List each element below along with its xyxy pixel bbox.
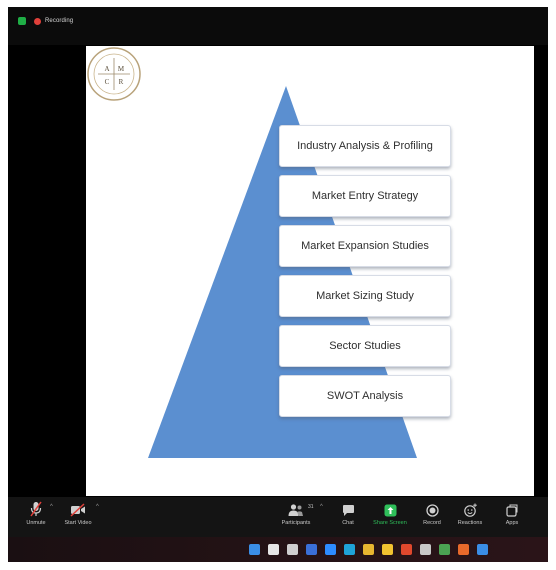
- file-explorer-icon[interactable]: [363, 544, 374, 555]
- task-view-icon[interactable]: [287, 544, 298, 555]
- microphone-muted-icon: [30, 501, 42, 517]
- pyramid-box-market-entry: Market Entry Strategy: [279, 175, 451, 217]
- logo-letter: C: [105, 78, 110, 86]
- chat-label: Chat: [342, 520, 354, 526]
- pyramid-box-sector-studies: Sector Studies: [279, 325, 451, 367]
- logo-letter: M: [118, 65, 125, 73]
- chrome-icon[interactable]: [439, 544, 450, 555]
- meeting-controls-toolbar: Unmute ^ Start Video ^ Participants 31 ^…: [8, 497, 548, 537]
- shared-slide: Industry Analysis & Profiling Market Ent…: [86, 46, 534, 496]
- start-video-button[interactable]: Start Video: [56, 501, 100, 533]
- participants-label: Participants: [281, 520, 311, 526]
- recording-indicator[interactable]: Recording: [18, 17, 73, 25]
- record-icon: [425, 504, 439, 517]
- edge-browser-icon[interactable]: [344, 544, 355, 555]
- widgets-icon[interactable]: [306, 544, 317, 555]
- pyramid-box-market-expansion: Market Expansion Studies: [279, 225, 451, 267]
- apps-label: Apps: [505, 520, 519, 526]
- firefox-icon[interactable]: [458, 544, 469, 555]
- video-camera-off-icon: [70, 503, 85, 517]
- search-icon[interactable]: [268, 544, 279, 555]
- participants-icon: [288, 504, 303, 516]
- security-shield-icon: [18, 17, 26, 25]
- reactions-button[interactable]: Reactions: [448, 501, 492, 533]
- reactions-icon: [464, 503, 477, 517]
- chat-bubble-icon: [342, 505, 354, 516]
- apps-icon: [506, 504, 518, 517]
- app-icon[interactable]: [420, 544, 431, 555]
- chat-button[interactable]: Chat: [326, 501, 370, 533]
- participants-options-chevron-icon[interactable]: ^: [320, 504, 323, 510]
- zoom-icon[interactable]: [325, 544, 336, 555]
- share-screen-button[interactable]: Share Screen: [368, 501, 412, 533]
- zoom-meeting-window: Recording Industry Analysis & Profiling …: [8, 7, 548, 562]
- reactions-label: Reactions: [457, 520, 483, 526]
- pyramid-box-industry-analysis: Industry Analysis & Profiling: [279, 125, 451, 167]
- apps-button[interactable]: Apps: [490, 501, 534, 533]
- recording-label: Recording: [45, 18, 74, 24]
- logo-letter: R: [119, 78, 124, 86]
- pyramid-box-swot-analysis: SWOT Analysis: [279, 375, 451, 417]
- start-video-label: Start Video: [64, 520, 92, 526]
- logo-letter: A: [104, 65, 109, 73]
- unmute-options-chevron-icon[interactable]: ^: [50, 504, 53, 510]
- pyramid-shape: [148, 86, 417, 458]
- unmute-label: Unmute: [26, 520, 46, 526]
- meeting-top-bar: Recording: [8, 7, 548, 45]
- record-label: Record: [423, 520, 441, 526]
- windows-taskbar: [8, 537, 548, 562]
- company-seal-logo: A M C R: [87, 47, 141, 101]
- recording-dot-icon: [34, 17, 41, 25]
- windows-start-icon[interactable]: [249, 544, 260, 555]
- document-icon[interactable]: [477, 544, 488, 555]
- video-options-chevron-icon[interactable]: ^: [96, 504, 99, 510]
- participants-count: 31: [308, 504, 314, 510]
- winamp-icon[interactable]: [382, 544, 393, 555]
- pyramid-box-market-sizing: Market Sizing Study: [279, 275, 451, 317]
- office-icon[interactable]: [401, 544, 412, 555]
- share-screen-icon: [384, 504, 396, 517]
- share-screen-label: Share Screen: [373, 520, 407, 526]
